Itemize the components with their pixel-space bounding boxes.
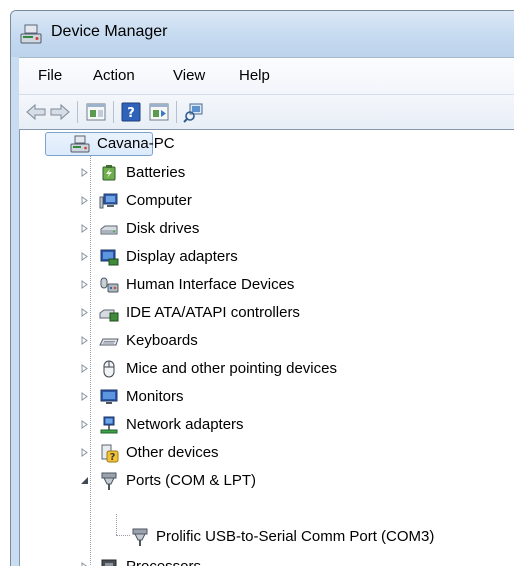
help-icon[interactable]: ? bbox=[120, 101, 142, 123]
tree-item-network-adapters[interactable]: Network adapters bbox=[20, 413, 514, 437]
computer-icon bbox=[99, 193, 118, 209]
tree-item-label: Mice and other pointing devices bbox=[126, 360, 337, 377]
device-tree[interactable]: Cavana-PC Batteries Computer Disk drives… bbox=[19, 129, 514, 566]
tree-item-prolific-usb-serial[interactable]: Prolific USB-to-Serial Comm Port (COM3) bbox=[20, 525, 514, 549]
tree-item-label: Computer bbox=[126, 192, 192, 209]
menu-bar: File Action View Help bbox=[19, 57, 514, 94]
tree-item-label: Human Interface Devices bbox=[126, 276, 295, 293]
menu-file[interactable]: File bbox=[38, 67, 62, 84]
menu-help[interactable]: Help bbox=[239, 67, 270, 84]
forward-icon[interactable] bbox=[49, 101, 71, 123]
disk-drive-icon bbox=[100, 225, 118, 235]
expand-arrow-icon[interactable] bbox=[80, 392, 89, 401]
tree-item-mice[interactable]: Mice and other pointing devices bbox=[20, 357, 514, 381]
computer-root-icon bbox=[70, 135, 90, 153]
mouse-icon bbox=[103, 360, 115, 378]
expand-arrow-icon[interactable] bbox=[80, 308, 89, 317]
toolbar-separator bbox=[113, 101, 114, 123]
tree-item-label: Ports (COM & LPT) bbox=[126, 472, 257, 489]
tree-root-row[interactable]: Cavana-PC bbox=[20, 132, 514, 156]
device-manager-icon bbox=[20, 24, 42, 44]
tree-item-computer[interactable]: Computer bbox=[20, 189, 514, 213]
tree-item-label: Display adapters bbox=[126, 248, 238, 265]
menu-view[interactable]: View bbox=[173, 67, 205, 84]
tree-item-display-adapters[interactable]: Display adapters bbox=[20, 245, 514, 269]
window-title: Device Manager bbox=[51, 23, 168, 40]
tree-item-ide-ata-atapi[interactable]: IDE ATA/ATAPI controllers bbox=[20, 301, 514, 325]
keyboard-icon bbox=[99, 338, 119, 346]
tree-item-label: Disk drives bbox=[126, 220, 200, 237]
monitor-icon bbox=[100, 389, 118, 404]
back-icon[interactable] bbox=[25, 101, 47, 123]
tree-item-disk-drives[interactable]: Disk drives bbox=[20, 217, 514, 241]
port-icon bbox=[132, 528, 148, 546]
display-adapter-icon bbox=[100, 249, 119, 266]
expand-arrow-icon[interactable] bbox=[80, 336, 89, 345]
device-manager-window: Device Manager File Action View Help ? C… bbox=[10, 10, 514, 566]
expand-arrow-icon[interactable] bbox=[80, 364, 89, 373]
hid-icon bbox=[100, 277, 119, 293]
root-computer-name: Cavana-PC bbox=[97, 135, 175, 152]
expand-arrow-icon[interactable] bbox=[80, 448, 89, 457]
expand-arrow-icon[interactable] bbox=[80, 168, 89, 177]
expand-arrow-icon[interactable] bbox=[80, 420, 89, 429]
expand-arrow-icon[interactable] bbox=[80, 252, 89, 261]
properties-icon[interactable] bbox=[85, 101, 107, 123]
toolbar-separator bbox=[77, 101, 78, 123]
tree-item-label: Monitors bbox=[126, 388, 184, 405]
collapse-arrow-icon[interactable] bbox=[80, 476, 89, 485]
expand-arrow-icon[interactable] bbox=[80, 196, 89, 205]
tree-item-label: IDE ATA/ATAPI controllers bbox=[126, 304, 300, 321]
network-adapter-icon bbox=[100, 416, 118, 434]
battery-icon bbox=[102, 165, 116, 181]
tree-item-processors[interactable]: Processors bbox=[20, 555, 514, 566]
tree-item-label: Keyboards bbox=[126, 332, 198, 349]
tree-item-human-interface-devices[interactable]: Human Interface Devices bbox=[20, 273, 514, 297]
menu-action[interactable]: Action bbox=[93, 67, 135, 84]
ide-controller-icon bbox=[99, 309, 119, 322]
tree-item-label: Network adapters bbox=[126, 416, 244, 433]
update-driver-icon[interactable] bbox=[148, 101, 170, 123]
scan-hardware-icon[interactable] bbox=[183, 101, 205, 123]
unknown-device-icon: ? bbox=[101, 444, 119, 463]
port-icon bbox=[101, 472, 117, 490]
expand-arrow-icon[interactable] bbox=[80, 224, 89, 233]
tree-item-ports[interactable]: Ports (COM & LPT) bbox=[20, 469, 514, 493]
tree-item-other-devices[interactable]: ? Other devices bbox=[20, 441, 514, 465]
tree-item-monitors[interactable]: Monitors bbox=[20, 385, 514, 409]
expand-arrow-icon[interactable] bbox=[80, 562, 89, 566]
svg-text:?: ? bbox=[110, 452, 116, 463]
expand-arrow-icon[interactable] bbox=[80, 280, 89, 289]
tree-item-label: Prolific USB-to-Serial Comm Port (COM3) bbox=[156, 528, 435, 545]
toolbar-separator bbox=[176, 101, 177, 123]
tree-item-keyboards[interactable]: Keyboards bbox=[20, 329, 514, 353]
svg-text:?: ? bbox=[127, 106, 135, 121]
toolbar: ? bbox=[19, 94, 514, 130]
tree-item-label: Other devices bbox=[126, 444, 219, 461]
title-bar[interactable]: Device Manager bbox=[11, 11, 514, 57]
tree-item-batteries[interactable]: Batteries bbox=[20, 161, 514, 185]
tree-item-label: Batteries bbox=[126, 164, 186, 181]
